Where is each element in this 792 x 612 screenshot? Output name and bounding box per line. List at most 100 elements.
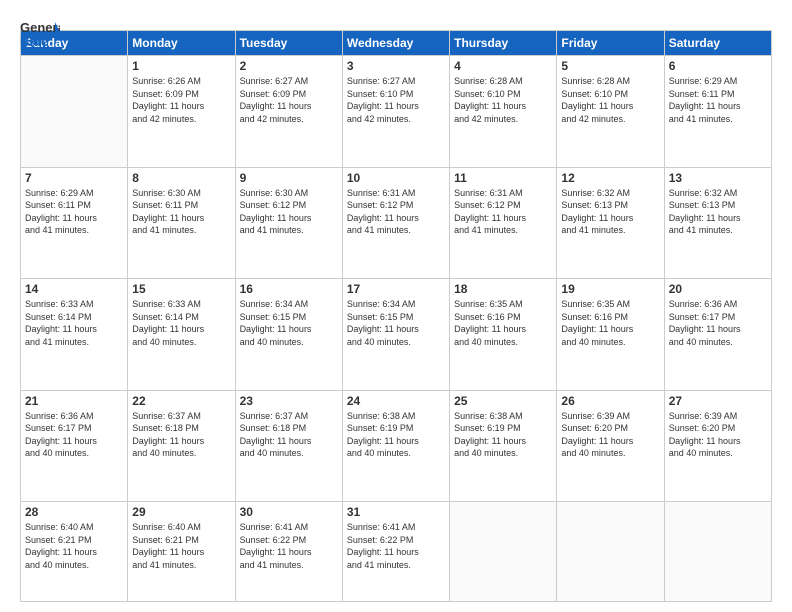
day-info: Sunrise: 6:32 AM Sunset: 6:13 PM Dayligh…	[669, 187, 767, 237]
calendar-cell: 21 Sunrise: 6:36 AM Sunset: 6:17 PM Dayli…	[21, 390, 128, 502]
calendar-table: SundayMondayTuesdayWednesdayThursdayFrid…	[20, 30, 772, 602]
calendar-cell: 29Sunrise: 6:40 AM Sunset: 6:21 PM Dayli…	[128, 502, 235, 602]
day-number: 10	[347, 171, 445, 185]
weekday-header-row: SundayMondayTuesdayWednesdayThursdayFrid…	[21, 31, 772, 56]
day-info: Sunrise: 6:30 AM Sunset: 6:11 PM Dayligh…	[132, 187, 230, 237]
day-info: Sunrise: 6:28 AM Sunset: 6:10 PM Dayligh…	[561, 75, 659, 125]
calendar-cell: 3Sunrise: 6:27 AM Sunset: 6:10 PM Daylig…	[342, 56, 449, 168]
calendar-cell: 23 Sunrise: 6:37 AM Sunset: 6:18 PM Dayli…	[235, 390, 342, 502]
calendar-cell: 27 Sunrise: 6:39 AM Sunset: 6:20 PM Dayli…	[664, 390, 771, 502]
day-number: 20	[669, 282, 767, 296]
day-info: Sunrise: 6:36 AM Sunset: 6:17 PM Dayligh…	[25, 410, 123, 460]
day-number: 27	[669, 394, 767, 408]
day-number: 23	[240, 394, 338, 408]
calendar-cell	[664, 502, 771, 602]
calendar-cell: 13 Sunrise: 6:32 AM Sunset: 6:13 PM Dayli…	[664, 167, 771, 279]
calendar-cell: 10 Sunrise: 6:31 AM Sunset: 6:12 PM Dayli…	[342, 167, 449, 279]
calendar-cell: 8 Sunrise: 6:30 AM Sunset: 6:11 PM Daylig…	[128, 167, 235, 279]
calendar-cell: 30 Sunrise: 6:41 AM Sunset: 6:22 PM Dayli…	[235, 502, 342, 602]
day-info: Sunrise: 6:31 AM Sunset: 6:12 PM Dayligh…	[347, 187, 445, 237]
day-number: 17	[347, 282, 445, 296]
calendar-cell: 4 Sunrise: 6:28 AM Sunset: 6:10 PM Daylig…	[450, 56, 557, 168]
calendar-cell: 24 Sunrise: 6:38 AM Sunset: 6:19 PM Dayli…	[342, 390, 449, 502]
svg-text:Blue: Blue	[20, 34, 48, 49]
day-info: Sunrise: 6:29 AM Sunset: 6:11 PM Dayligh…	[669, 75, 767, 125]
day-info: Sunrise: 6:40 AM Sunset: 6:21 PM Dayligh…	[25, 521, 123, 571]
calendar-cell: 20 Sunrise: 6:36 AM Sunset: 6:17 PM Dayli…	[664, 279, 771, 391]
day-info: Sunrise: 6:36 AM Sunset: 6:17 PM Dayligh…	[669, 298, 767, 348]
day-number: 24	[347, 394, 445, 408]
day-info: Sunrise: 6:41 AM Sunset: 6:22 PM Dayligh…	[347, 521, 445, 571]
day-number: 31	[347, 505, 445, 519]
logo-icon-svg: GeneralBlue	[20, 18, 60, 54]
day-number: 16	[240, 282, 338, 296]
day-info: Sunrise: 6:39 AM Sunset: 6:20 PM Dayligh…	[669, 410, 767, 460]
calendar-cell: 31 Sunrise: 6:41 AM Sunset: 6:22 PM Dayli…	[342, 502, 449, 602]
calendar-cell: 6 Sunrise: 6:29 AM Sunset: 6:11 PM Daylig…	[664, 56, 771, 168]
day-number: 4	[454, 59, 552, 73]
day-number: 26	[561, 394, 659, 408]
day-info: Sunrise: 6:31 AM Sunset: 6:12 PM Dayligh…	[454, 187, 552, 237]
day-info: Sunrise: 6:34 AM Sunset: 6:15 PM Dayligh…	[240, 298, 338, 348]
day-number: 25	[454, 394, 552, 408]
calendar-cell	[21, 56, 128, 168]
calendar-cell	[450, 502, 557, 602]
calendar-cell: 18Sunrise: 6:35 AM Sunset: 6:16 PM Dayli…	[450, 279, 557, 391]
week-row-1: 1 Sunrise: 6:26 AM Sunset: 6:09 PM Daylig…	[21, 56, 772, 168]
day-info: Sunrise: 6:41 AM Sunset: 6:22 PM Dayligh…	[240, 521, 338, 571]
day-number: 29	[132, 505, 230, 519]
day-info: Sunrise: 6:32 AM Sunset: 6:13 PM Dayligh…	[561, 187, 659, 237]
day-number: 9	[240, 171, 338, 185]
day-number: 6	[669, 59, 767, 73]
day-info: Sunrise: 6:37 AM Sunset: 6:18 PM Dayligh…	[132, 410, 230, 460]
calendar-cell: 12 Sunrise: 6:32 AM Sunset: 6:13 PM Dayli…	[557, 167, 664, 279]
calendar-cell: 1 Sunrise: 6:26 AM Sunset: 6:09 PM Daylig…	[128, 56, 235, 168]
page: GeneralBlue SundayMondayTuesdayWednesday…	[0, 0, 792, 612]
day-number: 13	[669, 171, 767, 185]
calendar-cell: 19Sunrise: 6:35 AM Sunset: 6:16 PM Dayli…	[557, 279, 664, 391]
day-info: Sunrise: 6:39 AM Sunset: 6:20 PM Dayligh…	[561, 410, 659, 460]
day-number: 30	[240, 505, 338, 519]
day-info: Sunrise: 6:26 AM Sunset: 6:09 PM Dayligh…	[132, 75, 230, 125]
calendar-cell: 17 Sunrise: 6:34 AM Sunset: 6:15 PM Dayli…	[342, 279, 449, 391]
calendar-cell: 2Sunrise: 6:27 AM Sunset: 6:09 PM Daylig…	[235, 56, 342, 168]
weekday-header-monday: Monday	[128, 31, 235, 56]
day-number: 21	[25, 394, 123, 408]
calendar-cell: 5 Sunrise: 6:28 AM Sunset: 6:10 PM Daylig…	[557, 56, 664, 168]
calendar-cell: 26 Sunrise: 6:39 AM Sunset: 6:20 PM Dayli…	[557, 390, 664, 502]
svg-text:General: General	[20, 20, 60, 35]
day-info: Sunrise: 6:29 AM Sunset: 6:11 PM Dayligh…	[25, 187, 123, 237]
day-number: 1	[132, 59, 230, 73]
day-info: Sunrise: 6:33 AM Sunset: 6:14 PM Dayligh…	[25, 298, 123, 348]
day-info: Sunrise: 6:35 AM Sunset: 6:16 PM Dayligh…	[454, 298, 552, 348]
day-number: 12	[561, 171, 659, 185]
calendar-cell: 15 Sunrise: 6:33 AM Sunset: 6:14 PM Dayli…	[128, 279, 235, 391]
day-info: Sunrise: 6:38 AM Sunset: 6:19 PM Dayligh…	[454, 410, 552, 460]
week-row-4: 21 Sunrise: 6:36 AM Sunset: 6:17 PM Dayli…	[21, 390, 772, 502]
day-number: 28	[25, 505, 123, 519]
day-number: 5	[561, 59, 659, 73]
header: GeneralBlue	[20, 18, 772, 20]
day-info: Sunrise: 6:30 AM Sunset: 6:12 PM Dayligh…	[240, 187, 338, 237]
calendar-cell: 25 Sunrise: 6:38 AM Sunset: 6:19 PM Dayli…	[450, 390, 557, 502]
day-info: Sunrise: 6:33 AM Sunset: 6:14 PM Dayligh…	[132, 298, 230, 348]
day-info: Sunrise: 6:28 AM Sunset: 6:10 PM Dayligh…	[454, 75, 552, 125]
day-number: 11	[454, 171, 552, 185]
day-number: 15	[132, 282, 230, 296]
day-number: 8	[132, 171, 230, 185]
day-info: Sunrise: 6:27 AM Sunset: 6:09 PM Dayligh…	[240, 75, 338, 125]
week-row-2: 7Sunrise: 6:29 AM Sunset: 6:11 PM Daylig…	[21, 167, 772, 279]
day-info: Sunrise: 6:38 AM Sunset: 6:19 PM Dayligh…	[347, 410, 445, 460]
day-info: Sunrise: 6:37 AM Sunset: 6:18 PM Dayligh…	[240, 410, 338, 460]
calendar-cell: 14 Sunrise: 6:33 AM Sunset: 6:14 PM Dayli…	[21, 279, 128, 391]
day-number: 22	[132, 394, 230, 408]
calendar-cell: 28 Sunrise: 6:40 AM Sunset: 6:21 PM Dayli…	[21, 502, 128, 602]
weekday-header-saturday: Saturday	[664, 31, 771, 56]
weekday-header-thursday: Thursday	[450, 31, 557, 56]
day-number: 14	[25, 282, 123, 296]
day-info: Sunrise: 6:34 AM Sunset: 6:15 PM Dayligh…	[347, 298, 445, 348]
calendar-cell: 7Sunrise: 6:29 AM Sunset: 6:11 PM Daylig…	[21, 167, 128, 279]
calendar-cell: 16 Sunrise: 6:34 AM Sunset: 6:15 PM Dayli…	[235, 279, 342, 391]
weekday-header-wednesday: Wednesday	[342, 31, 449, 56]
calendar-cell: 11 Sunrise: 6:31 AM Sunset: 6:12 PM Dayli…	[450, 167, 557, 279]
